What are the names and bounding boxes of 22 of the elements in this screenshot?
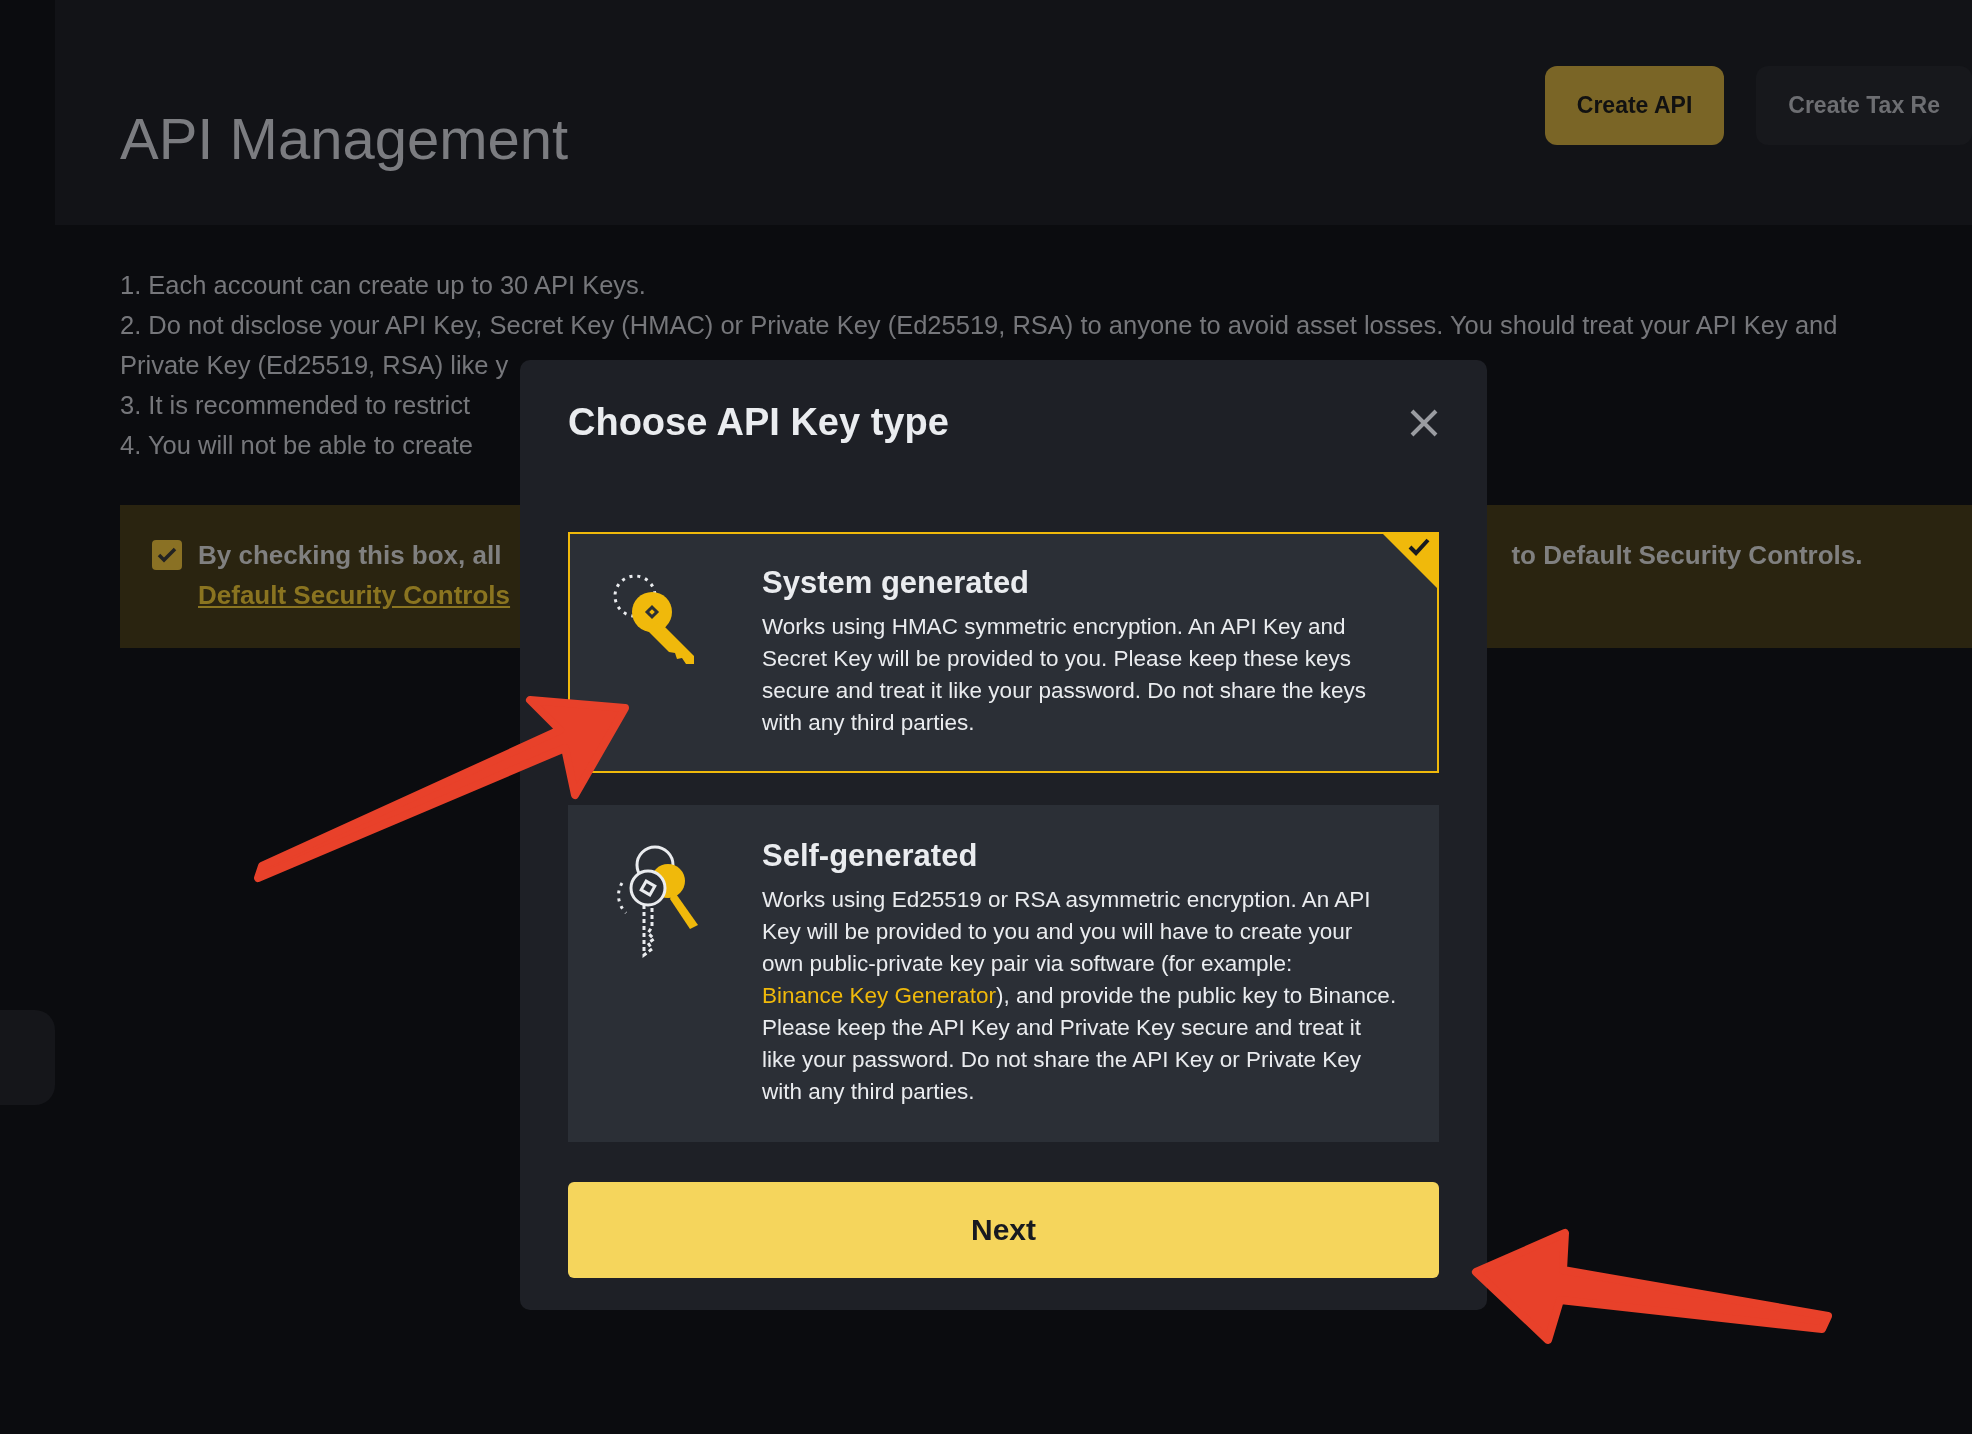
note-text: Private Key (Ed25519, RSA) like y — [120, 350, 509, 381]
agreement-text: By checking this box, all — [198, 539, 502, 572]
selected-check-icon — [1381, 531, 1439, 590]
page-title: API Management — [120, 105, 569, 173]
key-type-option[interactable] — [568, 531, 1439, 773]
close-icon[interactable] — [1409, 407, 1439, 438]
option-description: Works using Ed25519 or RSA asymmetric encryption. An API Key will be provided to you and you will have to create your own public-private key pair via software (for example: Binance Key Generator), and provide the public key to Binance. Please keep the API Key and Private Key secure and treat it like your password. Do not share the API Key or Private Key with any third parties. — [762, 885, 1397, 1106]
option-title: System generated — [762, 563, 1031, 601]
note-text: 4. You will not be able to create — [120, 430, 473, 461]
key-type-option[interactable] — [568, 804, 1439, 1142]
next-button[interactable]: Next — [568, 1181, 1439, 1278]
note-text: 1. Each account can create up to 30 API Keys. — [120, 270, 646, 301]
option-description: Works using HMAC symmetric encryption. An API Key and Secret Key will be provided to you. Please keep these keys secure and treat it like your password. Do not share the keys with any third parties. — [762, 612, 1368, 737]
header-button[interactable]: Create API — [1544, 66, 1725, 145]
checkbox[interactable] — [152, 540, 182, 570]
note-text: 2. Do not disclose your API Key, Secret Key (HMAC) or Private Key (Ed25519, RSA) to anyone to avoid asset losses. You should treat your API Key and — [120, 310, 1838, 341]
agreement-text: to Default Security Controls. — [1511, 539, 1863, 572]
note-text: 3. It is recommended to restrict — [120, 390, 471, 421]
option-title: Self-generated — [762, 836, 979, 874]
header-button[interactable]: Create Tax Re — [1756, 66, 1972, 145]
dialog-title: Choose API Key type — [568, 400, 949, 445]
key-generator-link[interactable]: Binance Key Generator — [762, 982, 996, 1008]
